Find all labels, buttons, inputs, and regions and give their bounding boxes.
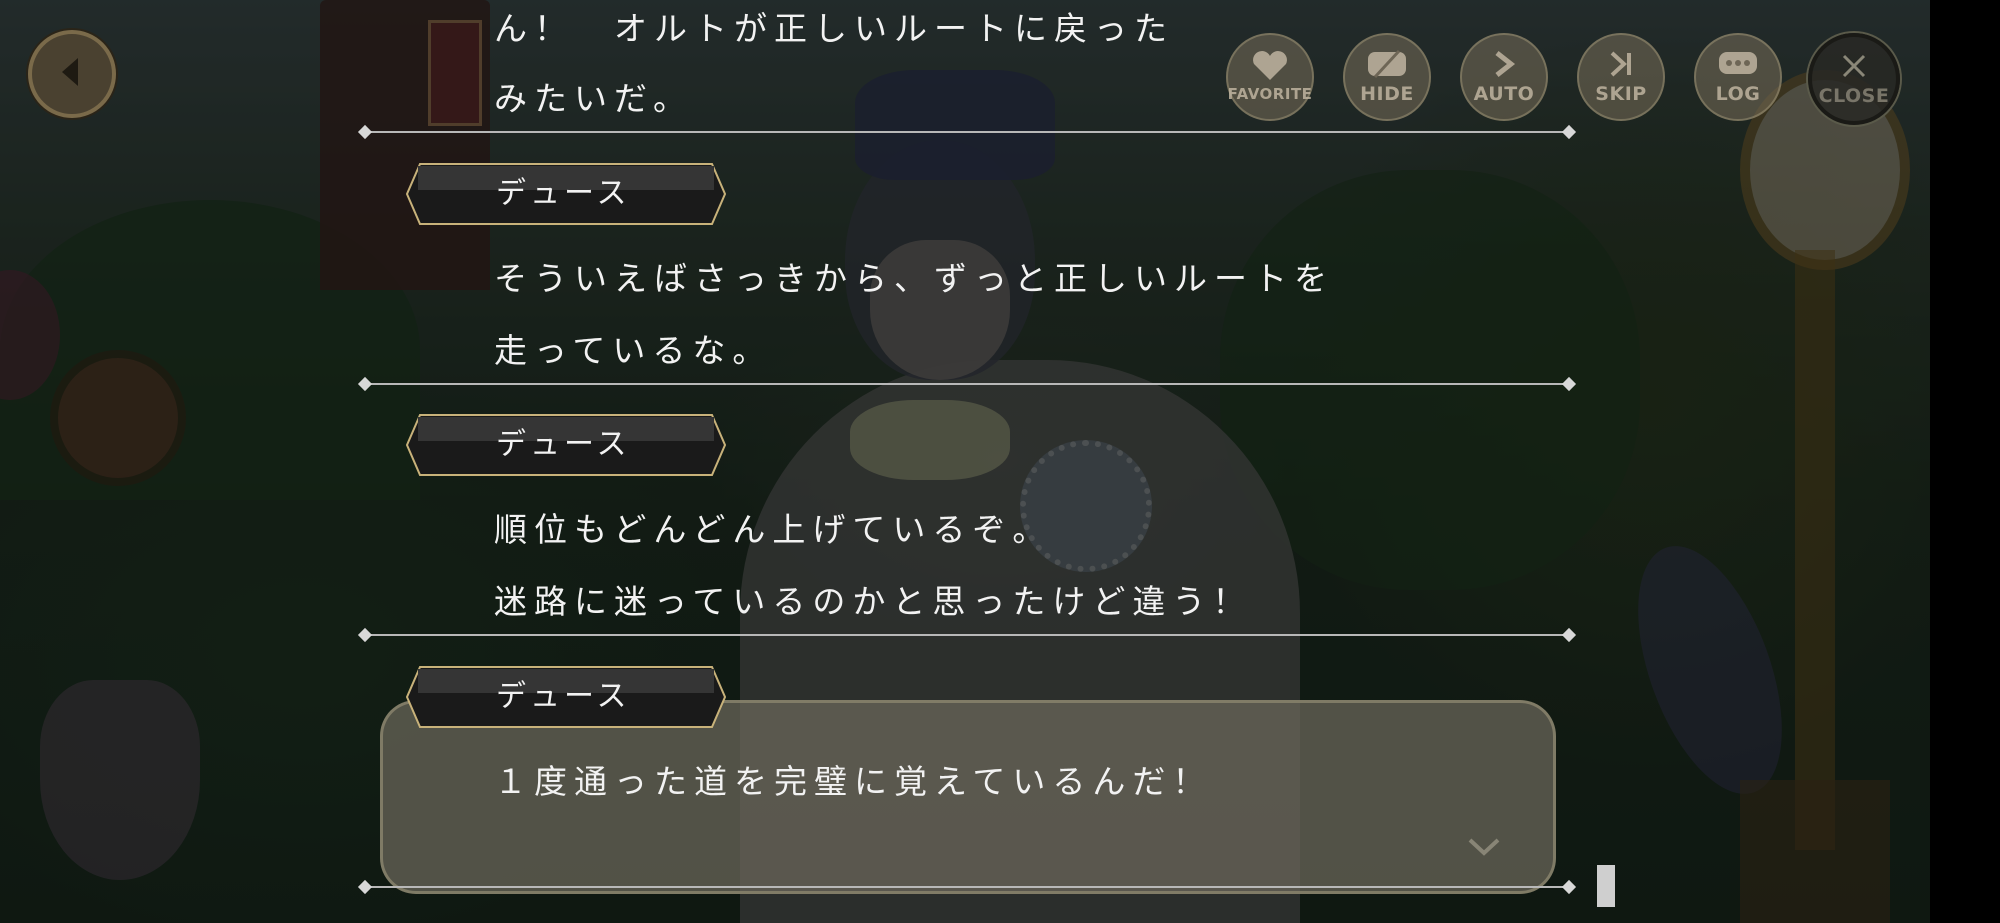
back-arrow-icon	[52, 52, 92, 96]
dialogue-line: そういえばさっきから、ずっと正しいルートを	[494, 259, 1334, 298]
close-icon	[1839, 51, 1869, 81]
close-button[interactable]: CLOSE	[1808, 33, 1900, 125]
speaker-name-plate: デュース	[406, 163, 726, 225]
favorite-button[interactable]: FAVORITE	[1226, 33, 1314, 121]
dialogue-line: ん！ オルトが正しいルートに戻った	[494, 9, 1174, 48]
entry-divider	[362, 634, 1572, 636]
skip-icon	[1606, 49, 1636, 79]
speaker-name-plate: デュース	[406, 666, 726, 728]
hide-label: HIDE	[1360, 83, 1414, 105]
speaker-name: デュース	[496, 427, 631, 462]
skip-label: SKIP	[1595, 83, 1647, 105]
dialogue-line: １度通った道を完璧に覚えているんだ！	[494, 762, 1213, 801]
speaker-name: デュース	[496, 176, 631, 211]
dialogue-line: 走っているな。	[494, 331, 773, 370]
log-scrollbar-thumb[interactable]	[1597, 865, 1615, 907]
dialogue-line: 順位もどんどん上げているぞ。	[494, 510, 1053, 549]
auto-button[interactable]: AUTO	[1460, 33, 1548, 121]
dialogue-line: みたいだ。	[494, 79, 694, 118]
speaker-name-plate: デュース	[406, 414, 726, 476]
heart-icon	[1250, 51, 1290, 81]
play-chevron-icon	[1489, 49, 1519, 79]
entry-divider	[362, 383, 1572, 385]
favorite-label: FAVORITE	[1227, 85, 1313, 103]
log-button[interactable]: LOG	[1694, 33, 1782, 121]
skip-button[interactable]: SKIP	[1577, 33, 1665, 121]
screen-edge-bar	[1930, 0, 2000, 923]
auto-label: AUTO	[1473, 83, 1535, 105]
speech-bubble-icon	[1716, 49, 1760, 79]
entry-divider	[362, 131, 1572, 133]
back-button[interactable]	[28, 30, 116, 118]
entry-divider	[362, 886, 1572, 888]
dialogue-line: 迷路に迷っているのかと思ったけど違う！	[494, 582, 1253, 621]
log-label: LOG	[1715, 83, 1761, 105]
hide-button[interactable]: HIDE	[1343, 33, 1431, 121]
close-label: CLOSE	[1818, 85, 1890, 107]
speaker-name: デュース	[496, 679, 631, 714]
hide-dialog-icon	[1365, 49, 1409, 79]
next-chevron-icon	[1466, 836, 1502, 862]
